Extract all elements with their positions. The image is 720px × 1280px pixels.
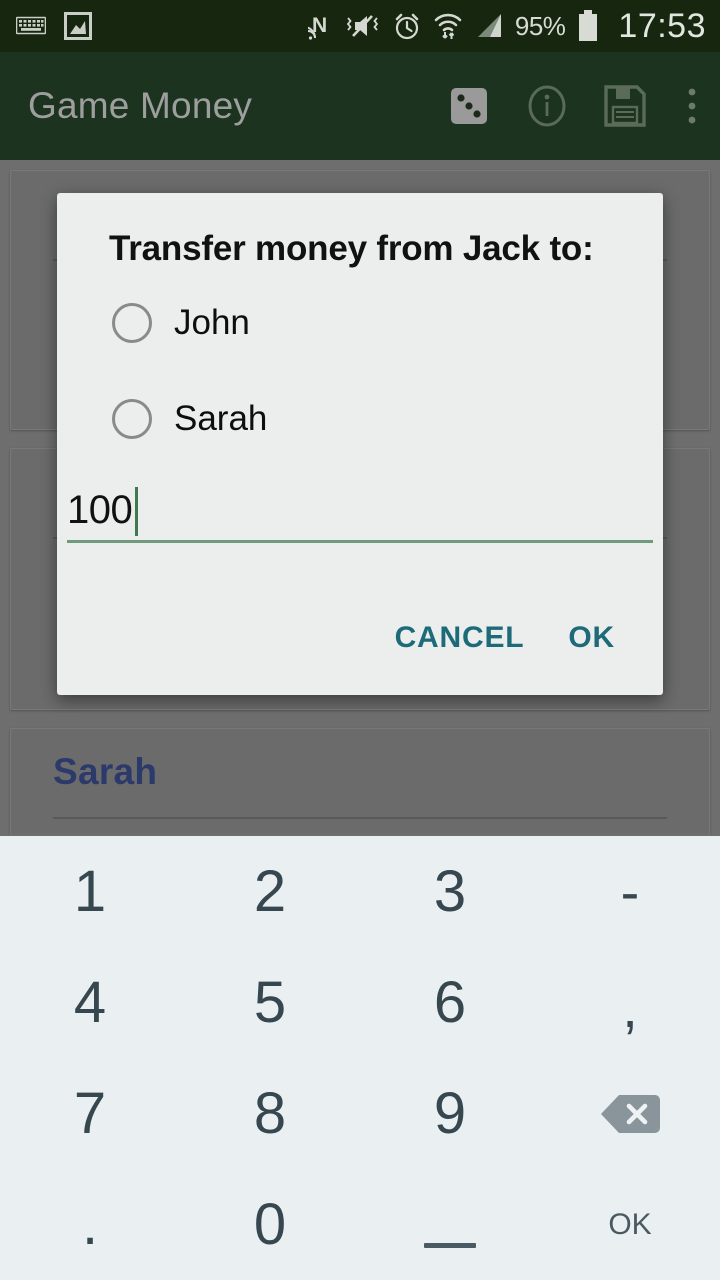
alarm-icon xyxy=(392,11,422,41)
key-3[interactable]: 3 xyxy=(360,836,540,947)
keyboard-row: 7 8 9 xyxy=(0,1058,720,1169)
status-bar-right-icons: N 95% 17:53 xyxy=(307,6,706,46)
ok-button[interactable]: OK xyxy=(546,609,637,667)
screenshot-image-icon xyxy=(64,11,92,41)
key-2[interactable]: 2 xyxy=(180,836,360,947)
key-0[interactable]: 0 xyxy=(180,1169,360,1280)
keyboard-icon xyxy=(16,15,46,37)
battery-percent: 95% xyxy=(514,10,566,41)
text-caret xyxy=(135,487,138,536)
amount-input-value: 100 xyxy=(67,488,133,532)
status-bar-left-icons xyxy=(16,11,92,41)
space-bar-glyph xyxy=(424,1243,476,1248)
wifi-icon xyxy=(433,11,463,41)
status-bar: N 95% 17:53 xyxy=(0,0,720,52)
backspace-icon[interactable] xyxy=(540,1058,720,1169)
transfer-money-dialog: Transfer money from Jack to: John Sarah … xyxy=(57,193,663,695)
app-bar-actions xyxy=(430,52,720,160)
radio-button-john[interactable] xyxy=(112,303,152,343)
radio-label-sarah: Sarah xyxy=(174,399,268,438)
key-6[interactable]: 6 xyxy=(360,947,540,1058)
radio-option-sarah[interactable]: Sarah xyxy=(112,392,267,446)
status-bar-clock: 17:53 xyxy=(618,6,706,45)
numeric-keyboard: 1 2 3 - 4 5 6 , 7 8 9 . 0 OK xyxy=(0,834,720,1280)
battery-icon xyxy=(576,9,600,43)
key-period[interactable]: . xyxy=(0,1169,180,1280)
dialog-title: Transfer money from Jack to: xyxy=(109,229,594,268)
cell-signal-icon xyxy=(474,12,504,40)
radio-option-john[interactable]: John xyxy=(112,296,250,350)
key-space[interactable] xyxy=(360,1169,540,1280)
amount-input[interactable]: 100 xyxy=(67,471,653,539)
keyboard-row: . 0 OK xyxy=(0,1169,720,1280)
key-8[interactable]: 8 xyxy=(180,1058,360,1169)
key-comma[interactable]: , xyxy=(540,947,720,1058)
player-name: Sarah xyxy=(53,751,158,792)
cancel-button[interactable]: CANCEL xyxy=(373,609,547,667)
app-bar: Game Money xyxy=(0,52,720,160)
dice-icon[interactable] xyxy=(430,52,508,160)
key-4[interactable]: 4 xyxy=(0,947,180,1058)
key-7[interactable]: 7 xyxy=(0,1058,180,1169)
amount-input-underline xyxy=(67,540,653,543)
key-5[interactable]: 5 xyxy=(180,947,360,1058)
key-9[interactable]: 9 xyxy=(360,1058,540,1169)
info-icon[interactable] xyxy=(508,52,586,160)
radio-button-sarah[interactable] xyxy=(112,399,152,439)
dialog-action-bar: CANCEL OK xyxy=(373,609,663,667)
key-1[interactable]: 1 xyxy=(0,836,180,947)
overflow-menu-icon[interactable] xyxy=(664,52,720,160)
radio-label-john: John xyxy=(174,303,250,342)
keyboard-row: 4 5 6 , xyxy=(0,947,720,1058)
page-title: Game Money xyxy=(28,85,253,126)
nfc-icon: N xyxy=(307,11,334,41)
keyboard-row: 1 2 3 - xyxy=(0,836,720,947)
key-minus[interactable]: - xyxy=(540,836,720,947)
card-divider xyxy=(53,817,667,819)
save-icon[interactable] xyxy=(586,52,664,160)
mute-vibrate-icon xyxy=(345,11,381,41)
key-enter-ok[interactable]: OK xyxy=(540,1169,720,1280)
